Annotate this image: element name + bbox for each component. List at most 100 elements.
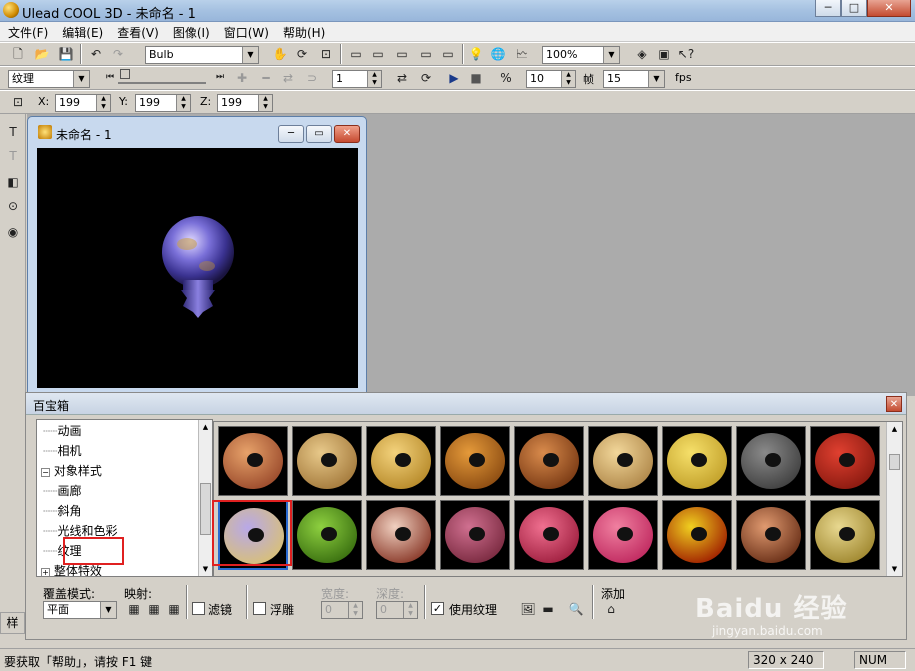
tree-item-animation[interactable]: ┄┄动画 (43, 422, 81, 439)
gallery-close-button[interactable]: ✕ (886, 396, 902, 412)
thumbnail-texture-11[interactable] (292, 500, 362, 570)
width-spinner[interactable]: 0 ▲ ▼ (321, 601, 363, 619)
document-close-button[interactable]: ✕ (334, 125, 360, 143)
view-bottom-icon[interactable]: ▭ (438, 44, 458, 64)
thumbnail-texture-12[interactable] (366, 500, 436, 570)
depth-spinner[interactable]: 0 ▲ ▼ (376, 601, 418, 619)
scroll-down-icon[interactable]: ▼ (199, 562, 212, 576)
thumbnail-texture-17[interactable] (736, 500, 806, 570)
maximize-button[interactable]: □ (841, 0, 867, 17)
mapping-mode-1-icon[interactable]: ▦ (124, 599, 144, 619)
loop-icon[interactable]: ⊃ (302, 68, 322, 88)
tree-scrollbar[interactable]: ▲ ▼ (198, 420, 212, 576)
size-icon[interactable]: ⊡ (316, 44, 336, 64)
mapping-mode-2-icon[interactable]: ▦ (144, 599, 164, 619)
frame-count-spinner[interactable]: 10 ▲ ▼ (526, 70, 576, 88)
reverse-icon[interactable]: ⇄ (278, 68, 298, 88)
thumbnail-texture-14[interactable] (514, 500, 584, 570)
fps-select[interactable]: 15 ▼ (603, 70, 665, 88)
position-mode-icon[interactable]: ⊡ (8, 92, 28, 112)
thumbnail-texture-6[interactable] (588, 426, 658, 496)
current-frame-spinner[interactable]: 1 ▲ ▼ (332, 70, 382, 88)
scroll-up-icon[interactable]: ▲ (887, 422, 902, 436)
x-spinner[interactable]: 199 ▲ ▼ (55, 94, 111, 112)
load-texture-icon[interactable]: 🖼 (518, 599, 538, 619)
document-maximize-button[interactable]: ▭ (306, 125, 332, 143)
thumbnail-texture-5[interactable] (514, 426, 584, 496)
render-canvas[interactable] (37, 148, 358, 388)
document-minimize-button[interactable]: ─ (278, 125, 304, 143)
stop-icon[interactable]: ■ (466, 68, 486, 88)
thumbnail-texture-1[interactable] (218, 426, 288, 496)
object-manager-icon[interactable]: ◈ (632, 44, 652, 64)
rotate-icon[interactable]: ⟳ (292, 44, 312, 64)
thumbnail-texture-8[interactable] (736, 426, 806, 496)
hand-move-icon[interactable]: ✋ (270, 44, 290, 64)
overlay-mode-select[interactable]: 平面 ▼ (43, 601, 117, 619)
view-top-icon[interactable]: ▭ (368, 44, 388, 64)
chart-icon[interactable]: 🗠 (512, 44, 532, 64)
menu-window[interactable]: 窗口(W) (216, 22, 275, 41)
thumbnail-texture-3[interactable] (366, 426, 436, 496)
menu-help[interactable]: 帮助(H) (275, 22, 331, 41)
open-folder-icon[interactable]: 📂 (32, 44, 52, 64)
undo-icon[interactable]: ↶ (86, 44, 106, 64)
thumbnail-texture-4[interactable] (440, 426, 510, 496)
timeline-slider[interactable] (118, 69, 206, 84)
insert-shape-icon[interactable]: ◉ (3, 222, 23, 242)
insert-text-icon[interactable]: T (3, 122, 23, 142)
thumbnail-texture-7[interactable] (662, 426, 732, 496)
zoom-select[interactable]: 100% ▼ (542, 46, 620, 64)
use-texture-checkbox[interactable]: ✓ (431, 602, 444, 615)
thumbnail-texture-16[interactable] (662, 500, 732, 570)
menu-view[interactable]: 查看(V) (109, 22, 165, 41)
grid-scrollbar[interactable]: ▲ ▼ (886, 422, 902, 576)
minimize-button[interactable]: ─ (815, 0, 841, 17)
edit-text-icon[interactable]: T (3, 146, 23, 166)
attribute-select[interactable]: 纹理 ▼ (8, 70, 90, 88)
filter-checkbox[interactable] (192, 602, 205, 615)
thumbnail-texture-9[interactable] (810, 426, 880, 496)
mapping-mode-3-icon[interactable]: ▦ (164, 599, 184, 619)
menu-image[interactable]: 图像(I) (165, 22, 216, 41)
close-button[interactable]: ✕ (867, 0, 911, 17)
tree-item-bevel[interactable]: ┄┄斜角 (43, 502, 81, 519)
side-tab[interactable]: 样 (0, 612, 25, 634)
scrollbar-thumb[interactable] (889, 454, 900, 470)
new-file-icon[interactable]: 🗋 (8, 44, 28, 64)
expand-icon[interactable]: + (41, 568, 50, 576)
percent-icon[interactable]: % (496, 68, 516, 88)
play-icon[interactable]: ▶ (444, 68, 464, 88)
view-front-icon[interactable]: ▭ (346, 44, 366, 64)
first-frame-icon[interactable]: ⏮ (100, 67, 120, 87)
y-spinner[interactable]: 199 ▲ ▼ (135, 94, 191, 112)
insert-graphic-icon[interactable]: ◧ (3, 172, 23, 192)
tree-item-camera[interactable]: ┄┄相机 (43, 442, 81, 459)
scroll-up-icon[interactable]: ▲ (199, 420, 212, 434)
tree-item-object-style[interactable]: − 对象样式 (41, 462, 102, 479)
redo-icon[interactable]: ↷ (108, 44, 128, 64)
thumbnail-texture-15[interactable] (588, 500, 658, 570)
menu-file[interactable]: 文件(F) (0, 22, 54, 41)
save-icon[interactable]: 💾 (56, 44, 76, 64)
insert-geometry-icon[interactable]: ⊙ (3, 196, 23, 216)
view-side-icon[interactable]: ▭ (392, 44, 412, 64)
last-frame-icon[interactable]: ⏭ (210, 67, 230, 87)
thumbnail-texture-18[interactable] (810, 500, 880, 570)
globe-icon[interactable]: 🌐 (488, 44, 508, 64)
add-to-gallery-icon[interactable]: ⌂ (601, 599, 621, 619)
tree-item-gallery[interactable]: ┄┄画廊 (43, 482, 81, 499)
add-keyframe-icon[interactable]: ✚ (232, 68, 252, 88)
emboss-checkbox[interactable] (253, 602, 266, 615)
search-icon[interactable]: 🔍 (566, 599, 586, 619)
view-back-icon[interactable]: ▭ (416, 44, 436, 64)
help-pointer-icon[interactable]: ↖? (676, 44, 696, 64)
slider-thumb[interactable] (120, 69, 130, 79)
texture-color-icon[interactable]: ▬ (538, 599, 558, 619)
thumbnail-texture-13[interactable] (440, 500, 510, 570)
repeat-icon[interactable]: ⟳ (416, 68, 436, 88)
composition-icon[interactable]: ▣ (654, 44, 674, 64)
z-spinner[interactable]: 199 ▲ ▼ (217, 94, 273, 112)
menu-edit[interactable]: 编辑(E) (54, 22, 109, 41)
object-select[interactable]: Bulb ▼ (145, 46, 259, 64)
